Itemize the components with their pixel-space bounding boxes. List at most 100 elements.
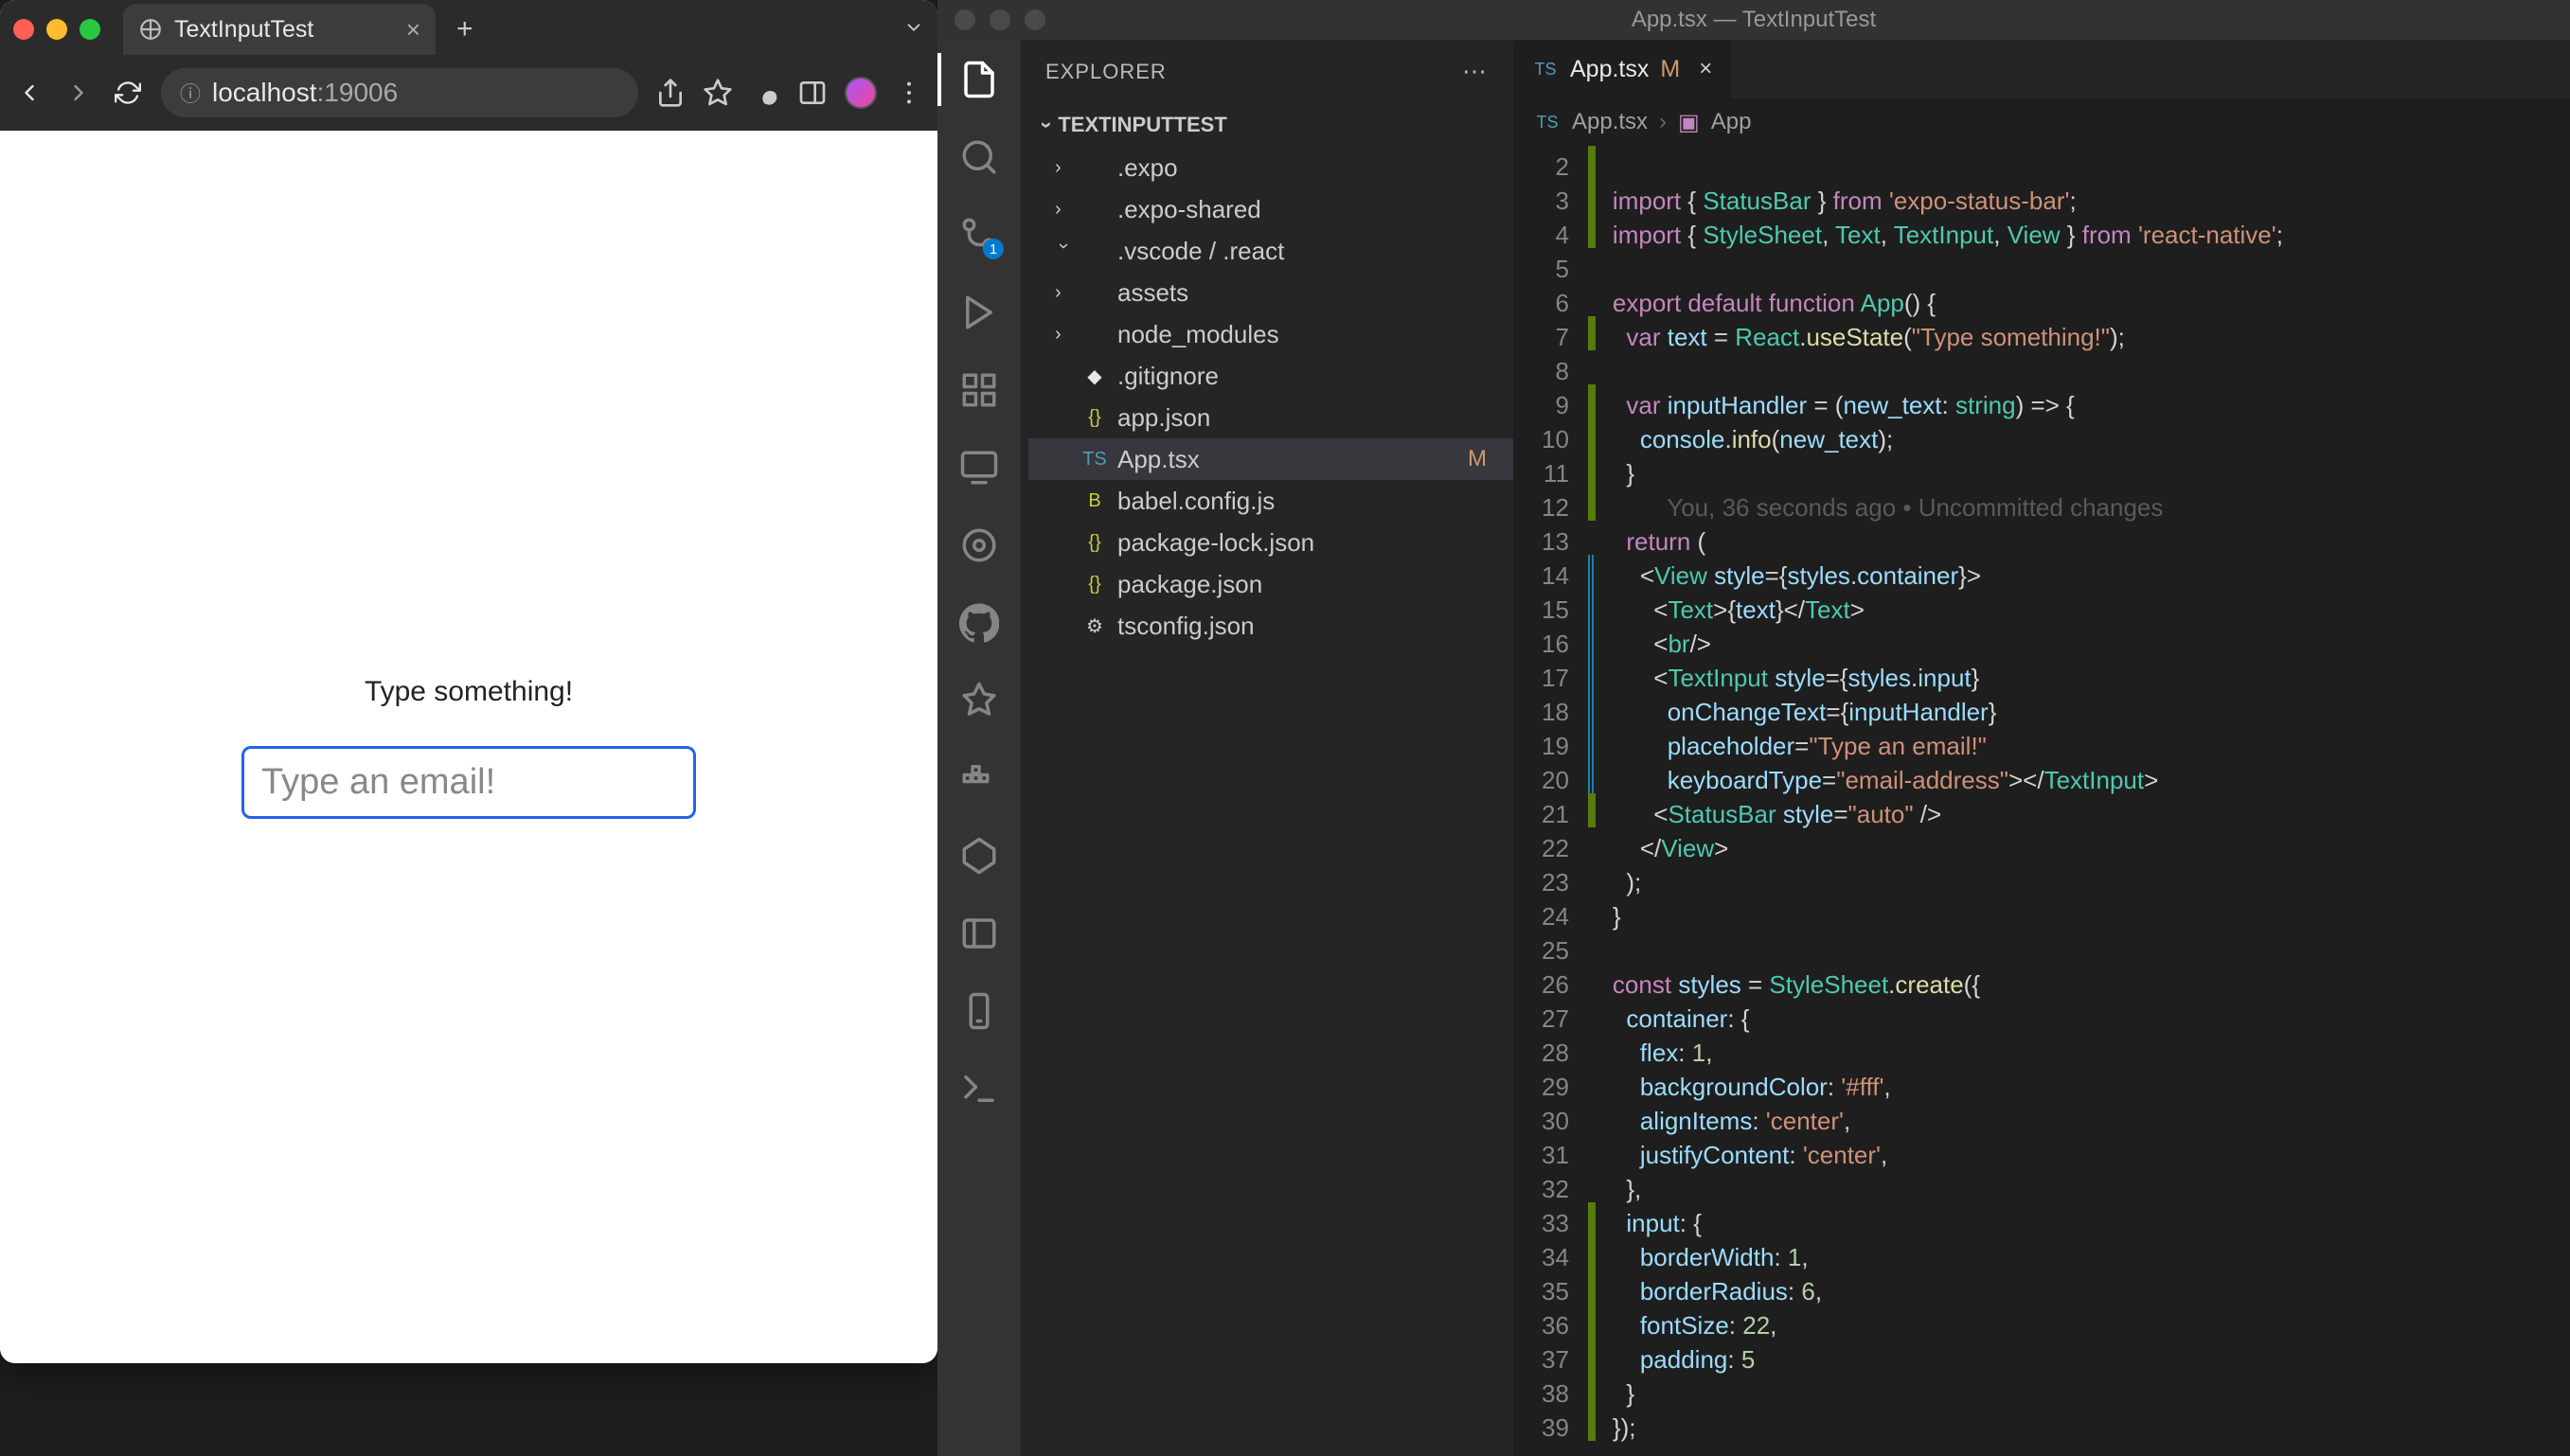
chevron-icon: › [1055, 199, 1072, 221]
file-name: tsconfig.json [1117, 612, 1255, 641]
tab-title: TextInputTest [174, 16, 395, 44]
site-info-icon[interactable]: ⓘ [180, 78, 201, 108]
email-input[interactable] [241, 746, 696, 819]
forward-button[interactable] [62, 77, 95, 109]
code-area[interactable]: 2345678910111213141516171819202122232425… [1513, 146, 2570, 1456]
minimize-window-button[interactable] [46, 19, 67, 40]
git-gutter [1588, 146, 1596, 1456]
chevron-down-icon: › [1035, 121, 1060, 128]
kubernetes-icon[interactable] [956, 833, 1002, 879]
tree-item--expo[interactable]: ›.expo [1028, 147, 1513, 188]
vscode-titlebar: App.tsx — TextInputTest [937, 0, 2570, 40]
address-bar[interactable]: ⓘ localhost:19006 [161, 68, 638, 117]
file-name: app.json [1117, 403, 1210, 433]
browser-tab[interactable]: TextInputTest × [123, 4, 436, 55]
new-tab-button[interactable]: + [456, 13, 473, 45]
tree-item--expo-shared[interactable]: › .expo-shared [1028, 188, 1513, 230]
git-file-icon: ◆ [1081, 363, 1108, 389]
source-control-icon[interactable]: 1 [956, 212, 1002, 257]
maximize-window-button[interactable] [80, 19, 100, 40]
chevron-icon: › [1055, 324, 1072, 346]
file-name: .expo-shared [1117, 195, 1261, 224]
json-file-icon: {} [1081, 404, 1108, 431]
chevron-right-icon: › [1659, 109, 1667, 135]
menu-icon[interactable] [894, 78, 924, 108]
testing-icon[interactable] [956, 523, 1002, 568]
docker-icon[interactable] [956, 755, 1002, 801]
sidepanel-icon[interactable] [797, 78, 828, 108]
device-icon[interactable] [956, 988, 1002, 1034]
tree-item--vscode----react[interactable]: › .vscode / .react [1028, 230, 1513, 272]
breadcrumb-symbol: App [1711, 109, 1752, 135]
editor: TS App.tsx M × TS App.tsx › ▣ App 234567… [1513, 40, 2570, 1456]
sidebar-title: EXPLORER [1045, 60, 1167, 84]
tree-item-tsconfig-json[interactable]: ⚙ tsconfig.json [1028, 605, 1513, 647]
tree-item-assets[interactable]: ›assets [1028, 272, 1513, 313]
profile-avatar[interactable] [845, 77, 877, 109]
modified-indicator: M [1468, 446, 1498, 472]
tree-item-package-json[interactable]: {}package.json [1028, 563, 1513, 605]
chevron-icon: › [1053, 242, 1075, 259]
file-name: .vscode / .react [1117, 237, 1284, 266]
chevron-icon: › [1055, 157, 1072, 179]
sidebar-more-icon[interactable]: ⋯ [1462, 57, 1489, 86]
terminal-icon[interactable] [956, 1066, 1002, 1111]
extensions-icon[interactable] [750, 78, 780, 108]
file-name: package.json [1117, 570, 1262, 599]
vscode-window-controls [955, 9, 1045, 30]
live-share-icon[interactable] [956, 678, 1002, 723]
explorer-icon[interactable] [956, 57, 1002, 102]
line-gutter: 2345678910111213141516171819202122232425… [1513, 146, 1588, 1456]
github-icon[interactable] [956, 600, 1002, 646]
file-name: package-lock.json [1117, 528, 1314, 558]
file-name: assets [1117, 278, 1188, 308]
folder-file-icon [1081, 196, 1108, 222]
close-window-button[interactable] [955, 9, 975, 30]
vscode-title: App.tsx — TextInputTest [1632, 7, 1876, 33]
code-lines[interactable]: import { StatusBar } from 'expo-status-b… [1596, 146, 2570, 1456]
ts-file-icon: TS [1081, 446, 1108, 472]
extensions-view-icon[interactable] [956, 367, 1002, 413]
browser-window: TextInputTest × + ⓘ localhost:19006 [0, 0, 937, 1363]
breadcrumb[interactable]: TS App.tsx › ▣ App [1513, 98, 2570, 146]
minimize-window-button[interactable] [990, 9, 1010, 30]
tab-close-icon[interactable]: × [406, 15, 420, 44]
tabs-dropdown-icon[interactable] [903, 17, 924, 43]
file-tree: ›.expo›.expo-shared›.vscode / .react›ass… [1021, 147, 1513, 647]
project-name: TEXTINPUTTEST [1058, 113, 1226, 137]
share-icon[interactable] [655, 78, 686, 108]
project-manager-icon[interactable] [956, 911, 1002, 956]
editor-tabs: TS App.tsx M × [1513, 40, 2570, 98]
reload-button[interactable] [112, 77, 144, 109]
editor-tab[interactable]: TS App.tsx M × [1513, 40, 1732, 98]
symbol-icon: ▣ [1678, 109, 1700, 136]
tree-item-node-modules[interactable]: › node_modules [1028, 313, 1513, 355]
sidebar: EXPLORER ⋯ › TEXTINPUTTEST ›.expo›.expo-… [1021, 40, 1513, 1456]
vscode-window: App.tsx — TextInputTest 1 [937, 0, 2570, 1456]
tree-item--gitignore[interactable]: ◆ .gitignore [1028, 355, 1513, 397]
close-window-button[interactable] [13, 19, 34, 40]
search-icon[interactable] [956, 134, 1002, 180]
file-name: App.tsx [1117, 445, 1200, 474]
file-name: .gitignore [1117, 362, 1219, 391]
tsconf-file-icon: ⚙ [1081, 613, 1108, 639]
file-name: node_modules [1117, 320, 1279, 349]
bookmark-icon[interactable] [703, 78, 733, 108]
remote-icon[interactable] [956, 445, 1002, 490]
tab-favicon-icon [138, 17, 163, 42]
activity-bar: 1 [937, 40, 1021, 1456]
editor-tab-name: App.tsx [1570, 56, 1649, 83]
close-tab-icon[interactable]: × [1699, 56, 1712, 82]
maximize-window-button[interactable] [1025, 9, 1045, 30]
browser-chrome: TextInputTest × + ⓘ localhost:19006 [0, 0, 937, 131]
tree-item-app-json[interactable]: {} app.json [1028, 397, 1513, 438]
tree-item-package-lock-json[interactable]: {}package-lock.json [1028, 522, 1513, 563]
tree-item-babel-config-js[interactable]: Bbabel.config.js [1028, 480, 1513, 522]
project-root[interactable]: › TEXTINPUTTEST [1021, 103, 1513, 147]
folder-file-icon [1081, 279, 1108, 306]
tree-item-app-tsx[interactable]: TS App.tsx M [1028, 438, 1513, 480]
modified-indicator: M [1660, 56, 1680, 83]
back-button[interactable] [13, 77, 45, 109]
scm-badge: 1 [983, 239, 1004, 259]
run-debug-icon[interactable] [956, 290, 1002, 335]
